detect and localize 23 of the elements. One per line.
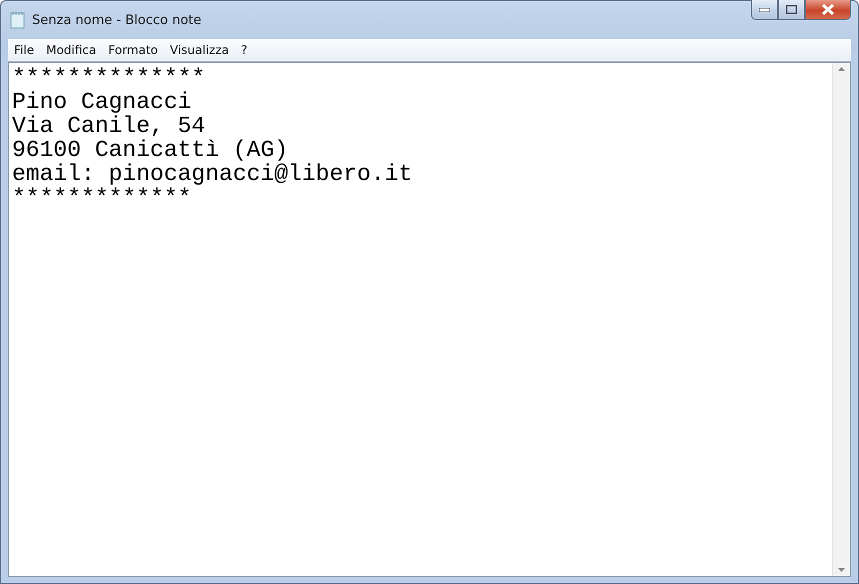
notepad-icon bbox=[10, 11, 26, 29]
scroll-down-icon[interactable] bbox=[838, 568, 845, 572]
document-text-field[interactable]: ************** Pino Cagnacci Via Canile, 54 96100 Canicattì (AG) email: pinocagnacci@libero.it ************* bbox=[8, 62, 851, 577]
scroll-up-icon[interactable] bbox=[838, 67, 845, 71]
maximize-icon bbox=[786, 5, 797, 14]
menu-item[interactable]: Modifica bbox=[42, 41, 100, 59]
text-line: ************* bbox=[12, 186, 192, 210]
text-line: 96100 Canicattì (AG) bbox=[12, 138, 288, 162]
menu-item[interactable]: Visualizza bbox=[166, 41, 233, 59]
menu-item[interactable]: File bbox=[10, 41, 38, 59]
text-line: email: pinocagnacci@libero.it bbox=[12, 162, 412, 186]
close-icon bbox=[822, 4, 834, 15]
close-button[interactable] bbox=[805, 0, 851, 20]
minimize-icon bbox=[759, 8, 770, 12]
menu-item[interactable]: ? bbox=[237, 41, 252, 59]
menu-item[interactable]: Formato bbox=[104, 41, 162, 59]
minimize-button[interactable] bbox=[751, 0, 778, 20]
text-line: Pino Cagnacci bbox=[12, 90, 192, 114]
scrollbar[interactable] bbox=[832, 63, 850, 576]
text-line: Via Canile, 54 bbox=[12, 114, 206, 138]
maximize-button[interactable] bbox=[778, 0, 805, 20]
window-title: Senza nome - Blocco note bbox=[32, 12, 202, 28]
text-line: ************** bbox=[12, 66, 206, 90]
